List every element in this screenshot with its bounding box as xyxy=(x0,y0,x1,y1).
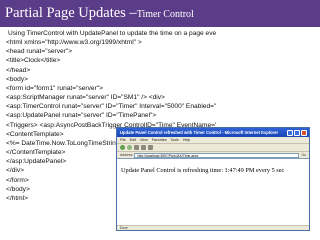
code-line: </head> xyxy=(6,66,31,74)
menu-edit[interactable]: Edit xyxy=(130,138,136,142)
code-line: <asp:UpdatePanel runat="server" ID="Time… xyxy=(6,112,157,120)
back-icon[interactable] xyxy=(120,145,125,150)
home-icon[interactable] xyxy=(148,145,153,150)
address-bar: Address http://localhost:3597/PlyAJAX/Ti… xyxy=(117,151,309,158)
go-button[interactable]: Go xyxy=(301,153,306,157)
menu-file[interactable]: File xyxy=(120,138,126,142)
menu-tools[interactable]: Tools xyxy=(170,138,178,142)
browser-screenshot: Update Panel Control refreshed with Time… xyxy=(116,127,310,231)
browser-status-bar: Done xyxy=(117,225,309,230)
menu-favorites[interactable]: Favorites xyxy=(152,138,167,142)
code-line: <title>Clock</title> xyxy=(6,57,61,65)
page-heading: Update Panel Control is refreshing time:… xyxy=(121,167,285,174)
code-line: <asp:TimerControl runat="server" ID="Tim… xyxy=(6,103,216,111)
address-input[interactable]: http://localhost:3597/PlyAJAX/Time.aspx xyxy=(134,152,300,158)
slide-title: Partial Page Updates – xyxy=(5,5,137,21)
browser-title-bar: Update Panel Control refreshed with Time… xyxy=(117,128,309,137)
forward-icon[interactable] xyxy=(127,145,132,150)
slide-subtitle: Timer Control xyxy=(136,9,194,20)
code-line: <body> xyxy=(6,75,28,83)
address-label: Address xyxy=(120,153,133,157)
refresh-icon[interactable] xyxy=(141,145,146,150)
slide-title-bar: Partial Page Updates –Timer Control xyxy=(0,0,320,27)
code-line: <head runat="server"> xyxy=(6,48,73,56)
code-line: <form id="form1" runat="server"> xyxy=(6,84,103,92)
menu-view[interactable]: View xyxy=(140,138,148,142)
window-controls xyxy=(287,129,307,136)
code-line: <html xmlns="http://www.w3.org/1999/xhtm… xyxy=(6,39,142,47)
close-icon[interactable] xyxy=(301,129,307,136)
code-intro: Using TimerControl with UpdatePanel to u… xyxy=(8,30,216,37)
browser-window-title: Update Panel Control refreshed with Time… xyxy=(120,130,279,135)
browser-page-content: Update Panel Control is refreshing time:… xyxy=(117,158,309,230)
menu-help[interactable]: Help xyxy=(183,138,190,142)
browser-toolbar xyxy=(117,143,309,151)
stop-icon[interactable] xyxy=(134,145,139,150)
maximize-icon[interactable] xyxy=(294,129,300,136)
minimize-icon[interactable] xyxy=(287,129,293,136)
code-line: <asp:ScriptManager runat="server" ID="SM… xyxy=(6,94,165,102)
